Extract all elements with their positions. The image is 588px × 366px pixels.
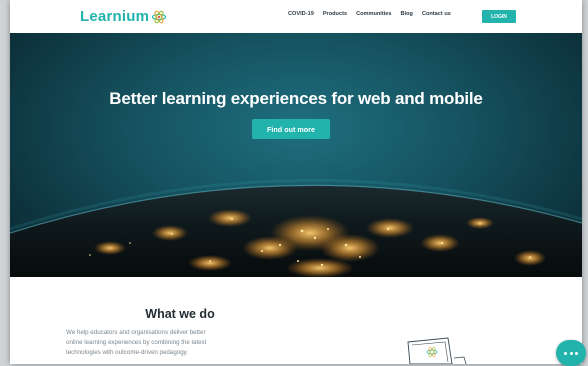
chat-dots-icon (574, 351, 578, 355)
brand-logo[interactable]: Learnium (80, 8, 167, 25)
find-out-more-button[interactable]: Find out more (252, 119, 330, 139)
atom-logo-icon (152, 10, 167, 23)
brand-name: Learnium (80, 8, 150, 25)
earth-night-image (10, 178, 582, 277)
nav-link-products[interactable]: Products (323, 11, 347, 17)
section-title: What we do (145, 307, 215, 321)
description-line: online learning experiences by combining… (66, 339, 207, 346)
chat-button[interactable] (556, 340, 586, 366)
nav-link-communities[interactable]: Communities (356, 11, 391, 17)
description-line: technologies with outcome-driven pedagog… (66, 349, 188, 356)
browser-page: Learnium COVID-19 Products Communities B… (10, 0, 582, 364)
top-navbar: Learnium COVID-19 Products Communities B… (10, 0, 582, 33)
chat-dots-icon (569, 351, 573, 355)
description-line: We help educators and organisations deli… (66, 329, 206, 336)
nav-links: COVID-19 Products Communities Blog Conta… (288, 11, 451, 17)
nav-link-covid[interactable]: COVID-19 (288, 11, 314, 17)
chat-dots-icon (564, 351, 568, 355)
nav-link-blog[interactable]: Blog (401, 11, 413, 17)
hero-title: Better learning experiences for web and … (109, 89, 483, 108)
hero-banner: Better learning experiences for web and … (10, 33, 582, 277)
devices-illustration (407, 337, 467, 364)
section-description: We help educators and organisations deli… (66, 328, 296, 358)
login-button[interactable]: LOGIN (482, 10, 516, 23)
nav-link-contact[interactable]: Contact us (422, 11, 451, 17)
